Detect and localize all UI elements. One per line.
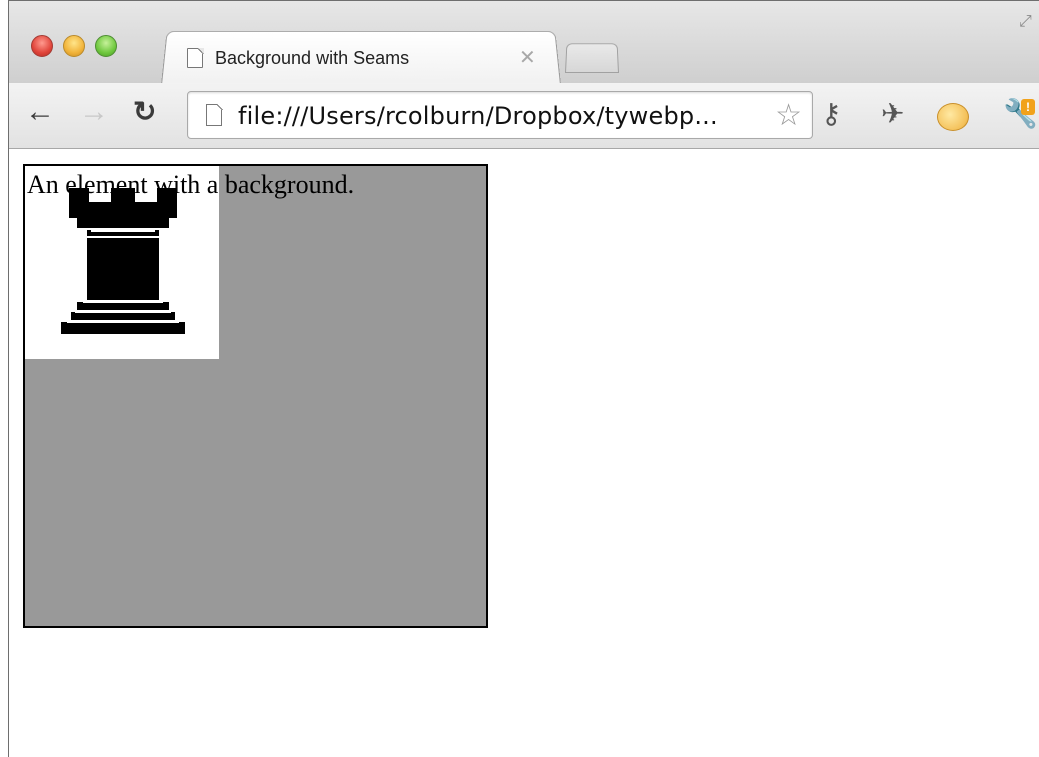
page-icon [206,103,223,126]
address-bar[interactable]: file:///Users/rcolburn/Dropbox/tywebp...… [187,91,813,139]
background-element: An element with a background. [23,164,488,628]
close-window-button[interactable] [31,35,53,57]
reload-icon[interactable]: ↻ [133,97,156,127]
zoom-window-button[interactable] [95,35,117,57]
tab-title: Background with Seams [215,47,410,68]
element-text: An element with a background. [27,170,355,199]
toolbar: ← → ↻ file:///Users/rcolburn/Dropbox/tyw… [9,83,1039,149]
minimize-window-button[interactable] [63,35,85,57]
back-arrow-icon[interactable]: ← [25,97,55,127]
fullscreen-icon[interactable]: ⤢ [1019,13,1037,31]
rook-icon [61,188,185,334]
url-text[interactable]: file:///Users/rcolburn/Dropbox/tywebp... [238,102,718,130]
new-tab-button[interactable] [565,43,619,73]
page-content: An element with a background. [9,150,1039,757]
puffer-fish-icon[interactable] [937,103,969,131]
star-icon[interactable]: ☆ [775,98,802,133]
tab-content[interactable]: Background with Seams [187,41,547,75]
close-icon[interactable]: ✕ [519,45,536,70]
key-icon[interactable]: ⚷ [821,99,842,129]
pin-icon[interactable]: ✈ [881,99,904,129]
tab-strip: Background with Seams ✕ ⤢ [9,1,1039,86]
update-badge: ! [1021,99,1035,115]
page-icon [187,47,204,68]
browser-window: Background with Seams ✕ ⤢ ← → ↻ file:///… [8,0,1039,757]
forward-arrow-icon[interactable]: → [79,97,109,127]
